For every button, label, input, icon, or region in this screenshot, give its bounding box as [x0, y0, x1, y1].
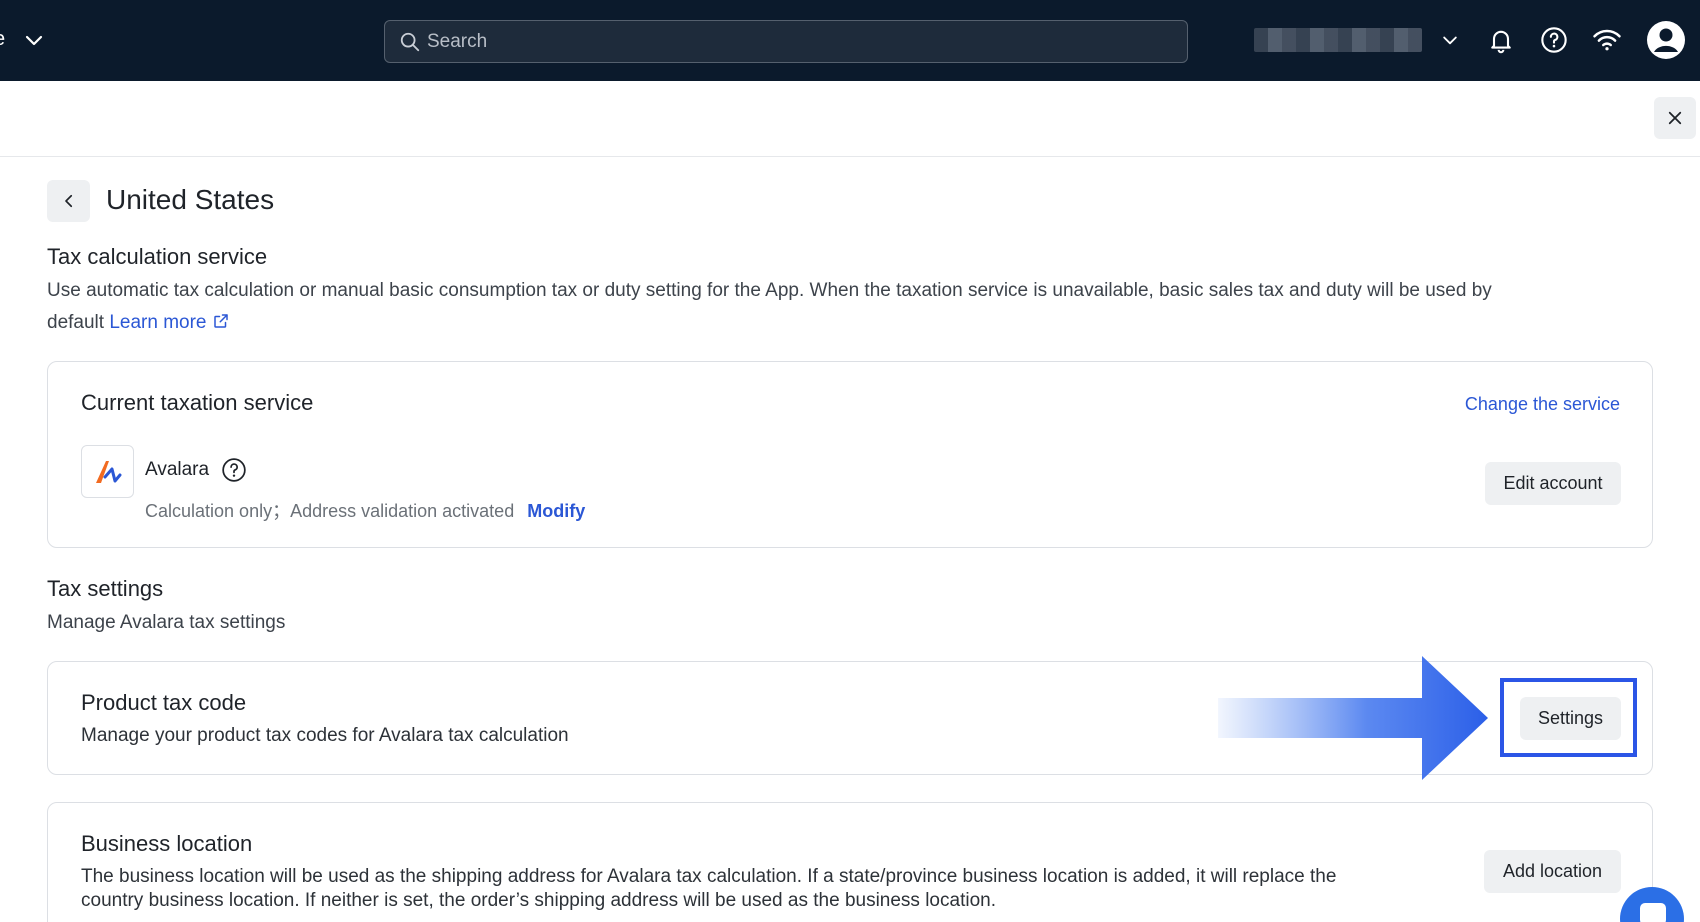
- product-tax-code-description: Manage your product tax codes for Avalar…: [81, 725, 569, 746]
- account-name-redacted[interactable]: [1254, 28, 1422, 52]
- panel-header: [0, 81, 1700, 157]
- user-avatar-icon[interactable]: [1646, 20, 1686, 60]
- business-location-description-line2: country business location. If neither is…: [81, 890, 996, 911]
- tax-settings-heading: Tax settings: [47, 576, 164, 601]
- back-button[interactable]: [47, 180, 90, 222]
- wifi-icon[interactable]: [1591, 24, 1623, 56]
- tax-calculation-service-heading: Tax calculation service: [47, 244, 268, 269]
- chat-icon: [1640, 903, 1666, 922]
- settings-highlight-box: [1500, 678, 1637, 757]
- annotation-arrow-icon: [1218, 656, 1488, 780]
- search-icon: [400, 32, 420, 52]
- close-icon: [1668, 111, 1682, 125]
- help-icon[interactable]: [1538, 24, 1570, 56]
- tax-calculation-description: Use automatic tax calculation or manual …: [47, 275, 1667, 339]
- edit-account-button[interactable]: Edit account: [1485, 462, 1621, 505]
- business-location-card: Business location The business location …: [47, 802, 1653, 922]
- current-taxation-service-title: Current taxation service: [81, 390, 314, 415]
- search-bar[interactable]: [384, 20, 1188, 63]
- avalara-logo-icon: [95, 460, 121, 483]
- product-tax-code-title: Product tax code: [81, 690, 247, 715]
- close-button[interactable]: [1654, 97, 1696, 139]
- avalara-logo: [81, 445, 134, 498]
- account-chevron-down-icon[interactable]: [1434, 24, 1466, 56]
- chevron-down-icon[interactable]: [22, 28, 46, 52]
- bell-icon[interactable]: [1485, 24, 1517, 56]
- modify-link[interactable]: Modify: [527, 501, 585, 521]
- truncated-logo-glyph: e: [0, 28, 5, 51]
- search-input[interactable]: [427, 21, 1167, 62]
- provider-name: Avalara: [145, 459, 210, 480]
- page-title: United States: [106, 184, 275, 215]
- chevron-left-icon: [64, 194, 72, 208]
- add-location-button[interactable]: Add location: [1484, 850, 1621, 893]
- tax-calculation-description-line2: default Learn more: [47, 307, 1667, 339]
- tax-settings-description: Manage Avalara tax settings: [47, 612, 286, 633]
- provider-help-icon[interactable]: [221, 457, 247, 483]
- business-location-title: Business location: [81, 831, 253, 856]
- service-status-text: Calculation only；Address validation acti…: [145, 501, 515, 521]
- default-text: default: [47, 312, 105, 333]
- top-navigation-bar: e: [0, 0, 1700, 81]
- change-service-link[interactable]: Change the service: [1465, 394, 1620, 415]
- current-taxation-service-card: Current taxation service Change the serv…: [47, 361, 1653, 548]
- learn-more-link[interactable]: Learn more: [109, 312, 206, 333]
- external-link-icon[interactable]: [212, 312, 230, 330]
- tax-calculation-description-line1: Use automatic tax calculation or manual …: [47, 280, 1492, 301]
- business-location-description-line1: The business location will be used as th…: [81, 866, 1337, 887]
